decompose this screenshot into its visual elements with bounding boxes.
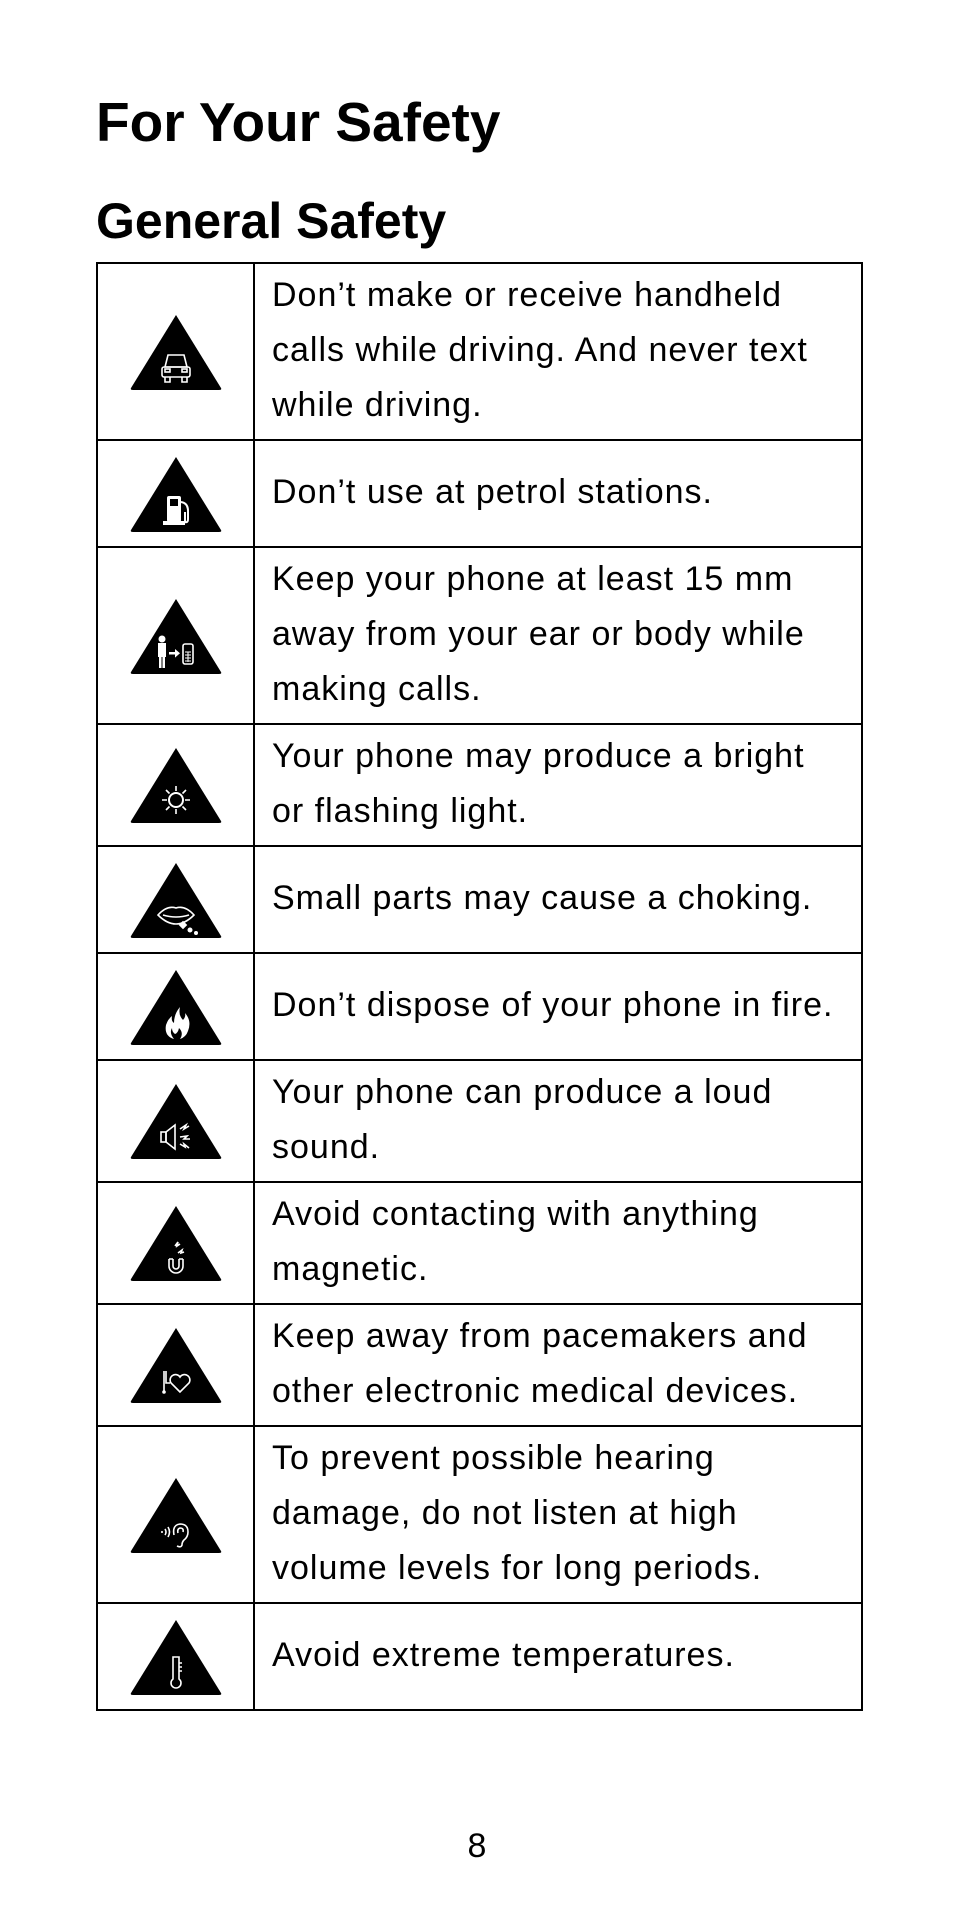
- safety-text-line: Don’t use at petrol stations.: [272, 473, 714, 511]
- safety-text-line: Keep your phone at least 15 mm: [272, 560, 794, 598]
- safety-text-line: To prevent possible hearing: [272, 1439, 715, 1477]
- safety-text-line: magnetic.: [272, 1250, 429, 1288]
- safety-text-line: Your phone may produce a bright: [272, 737, 805, 775]
- car-warning-icon: [130, 314, 221, 390]
- section-title: General Safety: [96, 193, 447, 249]
- safety-table: Don’t make or receive handheld calls whil…: [96, 262, 863, 1711]
- safety-text-line: Don’t dispose of your phone in fire.: [272, 986, 834, 1024]
- safety-text-cell: Keep your phone at least 15 mm away from …: [253, 546, 863, 725]
- safety-icon-cell: [96, 952, 255, 1061]
- safety-text-cell: Keep away from pacemakers and other elect…: [253, 1303, 863, 1427]
- safety-text-cell: Don’t make or receive handheld calls whil…: [253, 262, 863, 441]
- safety-row: Keep your phone at least 15 mm away from …: [96, 546, 863, 725]
- safety-text-line: Avoid contacting with anything: [272, 1195, 759, 1233]
- safety-row: Don’t make or receive handheld calls whil…: [96, 262, 863, 441]
- safety-text-cell: Don’t dispose of your phone in fire.: [253, 952, 863, 1061]
- safety-text-line: Small parts may cause a choking.: [272, 879, 813, 917]
- loud-sound-warning-icon: [130, 1084, 221, 1159]
- safety-icon-cell: [96, 262, 255, 441]
- safety-row: Your phone can produce a loud sound.: [96, 1059, 863, 1183]
- safety-text-cell: Avoid contacting with anything magnetic.: [253, 1181, 863, 1305]
- safety-icon-cell: [96, 1602, 255, 1711]
- safety-text-line: damage, do not listen at high: [272, 1494, 738, 1532]
- safety-icon-cell: [96, 1425, 255, 1604]
- safety-row: Your phone may produce a bright or flashi…: [96, 723, 863, 847]
- safety-row: Keep away from pacemakers and other elect…: [96, 1303, 863, 1427]
- bright-light-warning-icon: [130, 748, 221, 823]
- safety-text-cell: Don’t use at petrol stations.: [253, 439, 863, 548]
- safety-icon-cell: [96, 845, 255, 954]
- safety-text-cell: To prevent possible hearing damage, do no…: [253, 1425, 863, 1604]
- page-number: 8: [467, 1827, 487, 1865]
- safety-icon-cell: [96, 439, 255, 548]
- temperature-warning-icon: [130, 1619, 221, 1695]
- safety-row: Avoid extreme temperatures.: [96, 1602, 863, 1711]
- safety-row: Don’t dispose of your phone in fire.: [96, 952, 863, 1061]
- safety-row: To prevent possible hearing damage, do no…: [96, 1425, 863, 1604]
- safety-icon-cell: [96, 1181, 255, 1305]
- safety-row: Don’t use at petrol stations.: [96, 439, 863, 548]
- safety-text-line: making calls.: [272, 670, 482, 708]
- page-title: For Your Safety: [96, 91, 501, 153]
- safety-icon-cell: [96, 546, 255, 725]
- choking-hazard-warning-icon: [130, 862, 221, 938]
- safety-text-line: sound.: [272, 1128, 381, 1166]
- safety-text-line: away from your ear or body while: [272, 615, 805, 653]
- safety-icon-cell: [96, 723, 255, 847]
- safety-text-cell: Your phone may produce a bright or flashi…: [253, 723, 863, 847]
- safety-text-cell: Small parts may cause a choking.: [253, 845, 863, 954]
- pacemaker-warning-icon: [130, 1328, 221, 1403]
- safety-text-line: calls while driving. And never text: [272, 331, 808, 369]
- safety-row: Small parts may cause a choking.: [96, 845, 863, 954]
- safety-text-cell: Avoid extreme temperatures.: [253, 1602, 863, 1711]
- fire-warning-icon: [130, 969, 221, 1045]
- safety-text-line: or flashing light.: [272, 792, 529, 830]
- safety-text-line: Avoid extreme temperatures.: [272, 1636, 735, 1674]
- safety-icon-cell: [96, 1303, 255, 1427]
- safety-text-line: Your phone can produce a loud: [272, 1073, 773, 1111]
- safety-text-line: volume levels for long periods.: [272, 1549, 763, 1587]
- body-distance-warning-icon: [130, 598, 221, 674]
- petrol-pump-warning-icon: [130, 456, 221, 532]
- hearing-damage-warning-icon: [130, 1477, 221, 1553]
- safety-text-line: Keep away from pacemakers and: [272, 1317, 808, 1355]
- safety-icon-cell: [96, 1059, 255, 1183]
- magnet-warning-icon: [130, 1206, 221, 1281]
- safety-text-line: Don’t make or receive handheld: [272, 276, 783, 314]
- safety-text-cell: Your phone can produce a loud sound.: [253, 1059, 863, 1183]
- safety-text-line: other electronic medical devices.: [272, 1372, 799, 1410]
- safety-text-line: while driving.: [272, 386, 483, 424]
- safety-row: Avoid contacting with anything magnetic.: [96, 1181, 863, 1305]
